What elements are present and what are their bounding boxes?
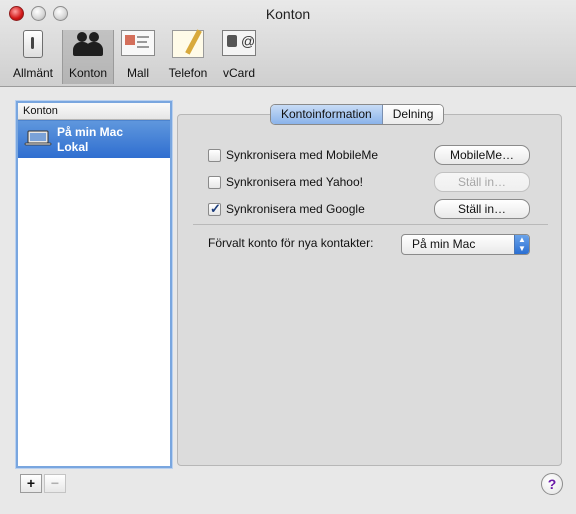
vcard-icon: @ bbox=[222, 30, 256, 56]
toolbar: Konton Allmänt Konton Mall Telefon @ vCa… bbox=[0, 0, 576, 87]
toolbar-item-vcard[interactable]: @ vCard bbox=[218, 30, 260, 84]
tab-sharing[interactable]: Delning bbox=[382, 105, 444, 124]
sync-yahoo-label: Synkronisera med Yahoo! bbox=[226, 175, 363, 189]
default-account-value: På min Mac bbox=[412, 237, 476, 251]
chevron-updown-icon: ▲ ▼ bbox=[514, 235, 529, 254]
sync-yahoo-checkbox[interactable] bbox=[208, 176, 221, 189]
switch-icon bbox=[23, 30, 43, 58]
account-row-on-my-mac[interactable]: På min Mac Lokal bbox=[18, 120, 170, 158]
toolbar-item-template[interactable]: Mall bbox=[118, 30, 158, 84]
window-title: Konton bbox=[265, 6, 311, 22]
laptop-icon bbox=[24, 130, 52, 146]
account-type: Lokal bbox=[57, 140, 89, 154]
remove-account-button[interactable]: − bbox=[44, 474, 66, 493]
toolbar-item-label: vCard bbox=[222, 66, 255, 80]
tab-control: Kontoinformation Delning bbox=[270, 104, 445, 125]
sync-google-checkbox[interactable] bbox=[208, 200, 221, 218]
card-template-icon bbox=[121, 30, 155, 56]
toolbar-item-general[interactable]: Allmänt bbox=[8, 30, 58, 84]
preferences-window: Konton Allmänt Konton Mall Telefon @ vCa… bbox=[0, 0, 576, 514]
help-button[interactable]: ? bbox=[541, 473, 563, 495]
toolbar-item-phone[interactable]: Telefon bbox=[164, 29, 212, 84]
accounts-list-header: Konton bbox=[18, 103, 170, 120]
sync-google-label: Synkronisera med Google bbox=[226, 202, 365, 216]
tab-account-info[interactable]: Kontoinformation bbox=[271, 105, 383, 124]
separator bbox=[193, 224, 548, 225]
toolbar-item-label: Allmänt bbox=[12, 66, 53, 80]
phone-format-icon bbox=[172, 29, 204, 58]
add-account-button[interactable]: + bbox=[20, 474, 42, 493]
account-settings-panel bbox=[177, 114, 562, 466]
toolbar-item-label: Mall bbox=[126, 66, 149, 80]
accounts-list[interactable]: Konton På min Mac Lokal bbox=[16, 101, 172, 468]
sync-mobileme-checkbox[interactable] bbox=[208, 149, 221, 162]
default-account-select[interactable]: På min Mac ▲ ▼ bbox=[401, 234, 530, 255]
sync-mobileme-label: Synkronisera med MobileMe bbox=[226, 148, 379, 162]
toolbar-item-accounts[interactable]: Konton bbox=[62, 30, 114, 84]
account-name: På min Mac bbox=[57, 125, 124, 139]
yahoo-configure-button[interactable]: Ställ in… bbox=[434, 172, 530, 192]
default-account-label: Förvalt konto för nya kontakter: bbox=[208, 236, 374, 250]
toolbar-item-label: Konton bbox=[68, 66, 108, 80]
people-icon bbox=[71, 30, 105, 56]
toolbar-item-label: Telefon bbox=[168, 66, 208, 80]
google-configure-button[interactable]: Ställ in… bbox=[434, 199, 530, 219]
mobileme-button[interactable]: MobileMe… bbox=[434, 145, 530, 165]
